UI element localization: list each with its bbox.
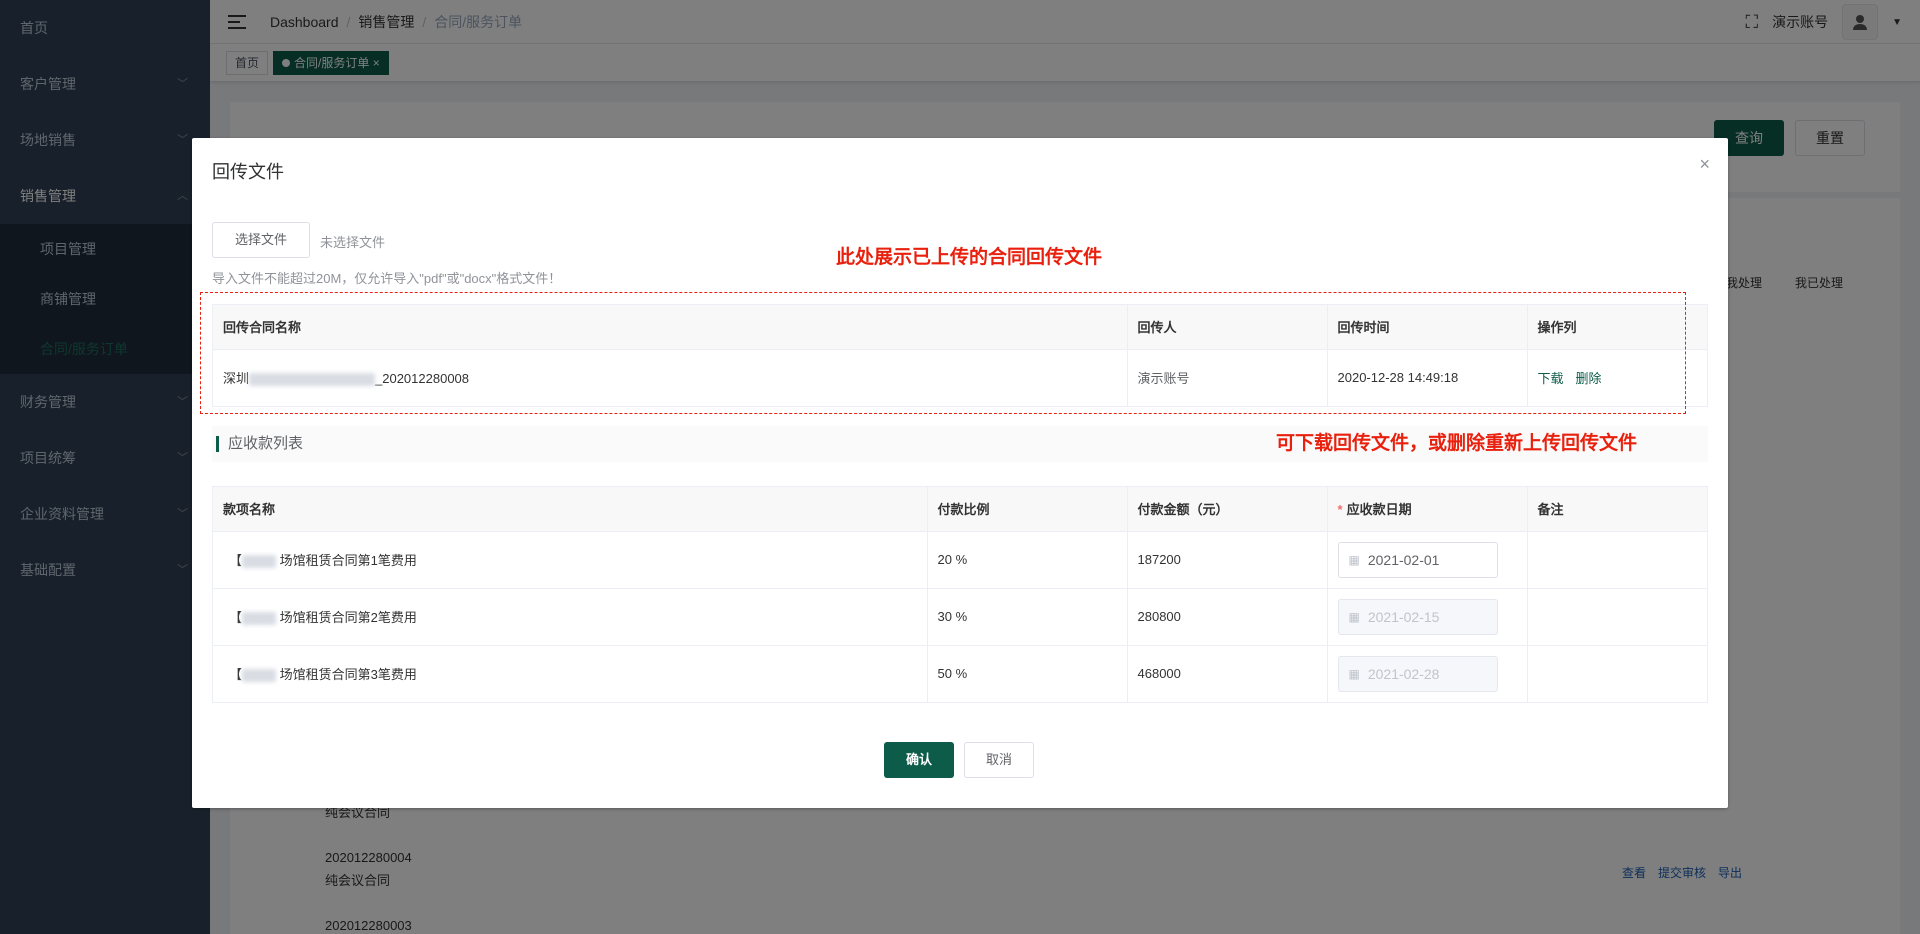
amount: 187200 bbox=[1127, 531, 1328, 589]
choose-file-button[interactable]: 选择文件 bbox=[212, 222, 310, 258]
no-file-text: 未选择文件 bbox=[320, 235, 386, 250]
dialog-title: 回传文件 bbox=[212, 162, 284, 182]
annotation-right: 可下载回传文件，或删除重新上传回传文件 bbox=[1276, 432, 1638, 454]
redacted bbox=[242, 555, 277, 569]
bracket: 【 bbox=[229, 610, 243, 625]
item-name: 【 场馆租赁合同第2笔费用 bbox=[213, 588, 928, 646]
col-item: 款项名称 bbox=[213, 487, 928, 532]
ratio: 30 % bbox=[927, 588, 1128, 646]
col-amount: 付款金额（元） bbox=[1127, 487, 1328, 532]
ratio: 50 % bbox=[927, 645, 1128, 703]
remark bbox=[1527, 645, 1708, 703]
col-ratio: 付款比例 bbox=[927, 487, 1128, 532]
table-header: 款项名称 付款比例 付款金额（元） * 应收款日期 备注 bbox=[213, 487, 1708, 532]
date-cell: ▦ 2021-02-01 bbox=[1327, 531, 1528, 589]
remark bbox=[1527, 531, 1708, 589]
confirm-button[interactable]: 确认 bbox=[884, 742, 954, 778]
item-name: 【 场馆租赁合同第1笔费用 bbox=[213, 531, 928, 589]
annotation-box bbox=[200, 292, 1686, 414]
date-picker-disabled: ▦ 2021-02-28 bbox=[1337, 655, 1498, 692]
col-date: * 应收款日期 bbox=[1327, 487, 1528, 532]
date-value: 2021-02-28 bbox=[1367, 665, 1440, 682]
calendar-icon: ▦ bbox=[1348, 609, 1360, 624]
item-name: 【 场馆租赁合同第3笔费用 bbox=[213, 645, 928, 703]
col-date-label: 应收款日期 bbox=[1346, 502, 1412, 518]
redacted bbox=[242, 612, 277, 626]
redacted bbox=[242, 669, 277, 683]
date-value: 2021-02-15 bbox=[1367, 608, 1440, 625]
remark bbox=[1527, 588, 1708, 646]
bracket: 【 bbox=[229, 553, 243, 568]
amount: 468000 bbox=[1127, 645, 1328, 703]
date-picker-disabled: ▦ 2021-02-15 bbox=[1337, 598, 1498, 635]
calendar-icon: ▦ bbox=[1348, 552, 1360, 567]
item-name-text: 场馆租赁合同第1笔费用 bbox=[279, 553, 417, 568]
table-row: 【 场馆租赁合同第2笔费用 30 % 280800 ▦ 2021-02-15 bbox=[213, 588, 1708, 646]
date-cell: ▦ 2021-02-28 bbox=[1327, 645, 1528, 703]
item-name-text: 场馆租赁合同第3笔费用 bbox=[279, 667, 417, 682]
ratio: 20 % bbox=[927, 531, 1128, 589]
close-icon[interactable]: × bbox=[1699, 154, 1710, 175]
item-name-text: 场馆租赁合同第2笔费用 bbox=[279, 610, 417, 625]
col-remark: 备注 bbox=[1527, 487, 1708, 532]
table-row: 【 场馆租赁合同第1笔费用 20 % 187200 ▦ 2021-02-01 bbox=[213, 531, 1708, 589]
amount: 280800 bbox=[1127, 588, 1328, 646]
bracket: 【 bbox=[229, 667, 243, 682]
cancel-button[interactable]: 取消 bbox=[964, 742, 1034, 778]
calendar-icon: ▦ bbox=[1348, 666, 1360, 681]
date-cell: ▦ 2021-02-15 bbox=[1327, 588, 1528, 646]
date-value: 2021-02-01 bbox=[1367, 551, 1440, 568]
upload-dialog: 回传文件 × 选择文件 未选择文件 导入文件不能超过20M，仅允许导入"pdf"… bbox=[192, 138, 1728, 808]
table-row: 【 场馆租赁合同第3笔费用 50 % 468000 ▦ 2021-02-28 bbox=[213, 645, 1708, 703]
required-mark: * bbox=[1337, 502, 1343, 518]
upload-hint: 导入文件不能超过20M，仅允许导入"pdf"或"docx"格式文件！ bbox=[212, 271, 562, 286]
date-picker[interactable]: ▦ 2021-02-01 bbox=[1337, 541, 1498, 578]
receivables-table: 款项名称 付款比例 付款金额（元） * 应收款日期 备注 【 场馆租赁合同第1笔费… bbox=[212, 486, 1708, 703]
annotation-top: 此处展示已上传的合同回传文件 bbox=[836, 246, 1103, 268]
